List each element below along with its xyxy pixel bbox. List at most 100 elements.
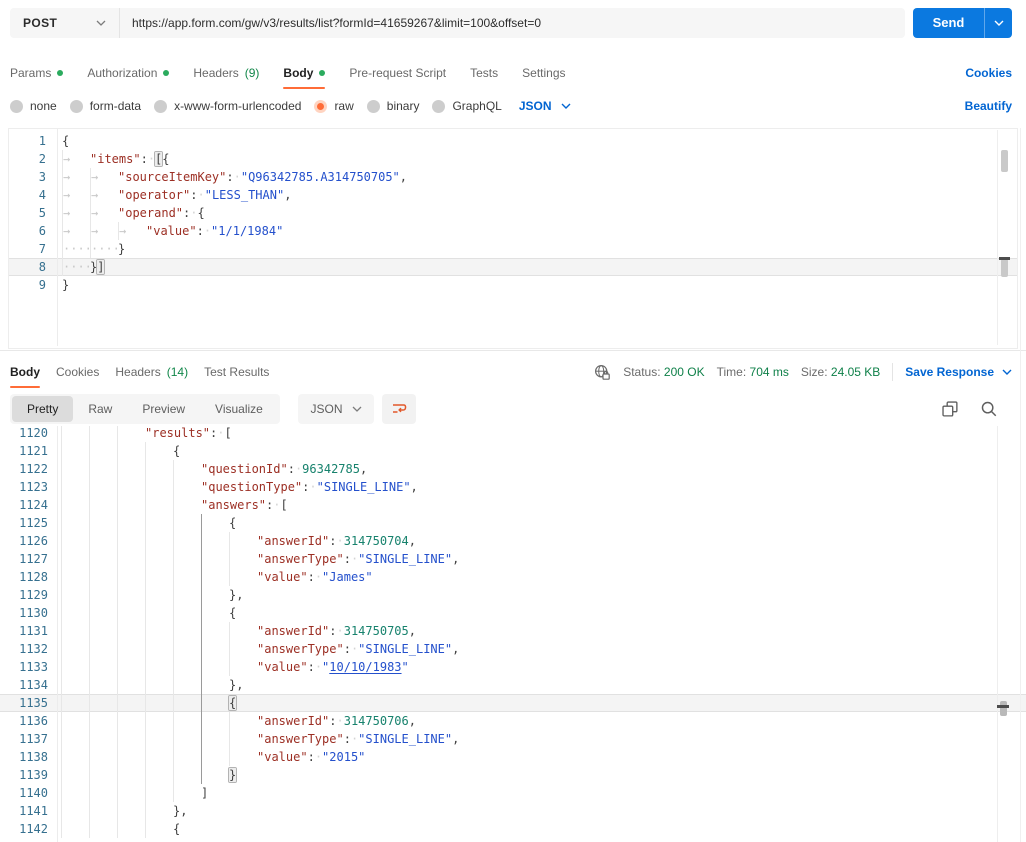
response-tab-test-results[interactable]: Test Results: [204, 357, 269, 387]
indent-guide: [173, 640, 201, 658]
indent-guide: [173, 622, 201, 640]
code-line: 1123 "questionType":·"SINGLE_LINE",: [0, 478, 1026, 496]
indent-guide: [117, 442, 145, 460]
token: "items": [90, 152, 141, 166]
indent-guide: [173, 676, 201, 694]
response-tab-cookies[interactable]: Cookies: [56, 357, 99, 387]
indent-guide: [145, 496, 173, 514]
space-indicator: ····: [90, 240, 118, 258]
send-options-caret[interactable]: [984, 8, 1012, 38]
response-scrollbar-thumb[interactable]: [1000, 701, 1007, 716]
line-number: 1129: [19, 588, 48, 602]
space-indicator: ····: [62, 240, 90, 258]
view-visualize[interactable]: Visualize: [200, 396, 278, 422]
token: "answers": [201, 498, 267, 512]
beautify-link[interactable]: Beautify: [965, 99, 1012, 113]
indent-guide: [61, 766, 89, 784]
indent-guide: [229, 532, 257, 550]
tab-indicator: →: [62, 168, 90, 186]
save-response-dropdown[interactable]: Save Response: [905, 365, 1012, 379]
response-tab-headers[interactable]: Headers (14): [115, 357, 188, 387]
request-scrollbar-thumb[interactable]: [1001, 150, 1008, 172]
token: ,: [452, 552, 460, 566]
view-raw[interactable]: Raw: [73, 396, 127, 422]
body-type-none[interactable]: none: [10, 99, 57, 113]
tab-pre-request-script[interactable]: Pre-request Script: [349, 58, 446, 88]
tab-body[interactable]: Body: [283, 58, 326, 89]
response-cursor-marker: [997, 705, 1009, 708]
code-line: 1125 {: [0, 514, 1026, 532]
indent-guide: [173, 604, 201, 622]
request-body-editor[interactable]: 1{2 → "items":·[{3 → → "sourceItemKey":·"Q963…: [9, 129, 1017, 346]
indent-guide: [173, 460, 201, 478]
tab-params[interactable]: Params: [10, 58, 64, 88]
method-dropdown[interactable]: POST: [10, 8, 120, 38]
token: ,: [452, 642, 460, 656]
indent-guide: [89, 766, 117, 784]
indent-guide: [145, 658, 173, 676]
token: },: [229, 588, 244, 602]
token: "SINGLE_LINE": [358, 552, 453, 566]
view-pretty[interactable]: Pretty: [12, 396, 74, 422]
cookies-link[interactable]: Cookies: [965, 66, 1012, 80]
indent-guide: [145, 568, 173, 586]
tab-indicator: →: [62, 204, 90, 222]
line-content: "questionType":·"SINGLE_LINE",: [57, 478, 1026, 496]
body-type-binary[interactable]: binary: [366, 99, 419, 113]
status-value: 200 OK: [663, 365, 705, 379]
indent-guide: [61, 658, 89, 676]
code-line: 1121 {: [0, 442, 1026, 460]
code-line: 1126 "answerId":·314750704,: [0, 532, 1026, 550]
indent-guide: [89, 550, 117, 568]
token: ,: [284, 188, 292, 202]
tab-settings[interactable]: Settings: [522, 58, 565, 88]
body-type-urlencoded[interactable]: x-www-form-urlencoded: [154, 99, 301, 113]
token: ·: [197, 188, 205, 202]
indent-guide: [89, 820, 117, 838]
copy-response-button[interactable]: [941, 400, 959, 418]
indent-guide: [201, 586, 229, 604]
tab-authorization[interactable]: Authorization: [87, 58, 170, 88]
token: ·: [147, 152, 156, 166]
view-preview[interactable]: Preview: [127, 396, 200, 422]
send-button-label: Send: [932, 15, 965, 30]
save-response-label: Save Response: [905, 365, 994, 379]
token: "answerId": [257, 714, 330, 728]
indent-guide: [173, 694, 201, 712]
radio-icon: [432, 99, 446, 113]
indent-guide: [61, 622, 89, 640]
response-language-dropdown[interactable]: JSON: [298, 394, 374, 424]
token: ,: [452, 732, 460, 746]
indent-guide: [173, 658, 201, 676]
token: ·: [217, 426, 225, 440]
indent-guide: [61, 604, 89, 622]
line-content: "value":·"James": [57, 568, 1026, 586]
token: {: [229, 696, 237, 710]
token: }: [62, 278, 70, 292]
body-type-form-data[interactable]: form-data: [69, 99, 141, 113]
line-number: 6: [38, 224, 46, 238]
response-body-viewer[interactable]: 1120 "results":·[1121{1122 "questionId":·9…: [0, 426, 1026, 842]
body-type-graphql[interactable]: GraphQL: [432, 99, 502, 113]
response-tab-body[interactable]: Body: [10, 357, 40, 388]
tab-headers[interactable]: Headers (9): [193, 58, 259, 88]
radio-selected-icon: [314, 99, 328, 113]
token: :: [343, 642, 351, 656]
wrap-line-button[interactable]: [382, 394, 416, 424]
line-content: }: [58, 276, 1017, 294]
indent-guide: [173, 532, 201, 550]
indent-guide: [117, 658, 145, 676]
body-type-raw[interactable]: raw: [314, 99, 354, 113]
line-number: 7: [38, 242, 46, 256]
tab-tests[interactable]: Tests: [470, 58, 498, 88]
response-meta-bar: Status: 200 OK Time: 704 ms Size: 24.05 …: [594, 356, 1012, 388]
line-content: "answers":·[: [57, 496, 1026, 514]
search-response-button[interactable]: [980, 400, 998, 418]
code-line: 1142 {: [0, 820, 1026, 838]
raw-language-dropdown[interactable]: JSON: [519, 99, 571, 113]
indent-guide: [89, 658, 117, 676]
section-divider: [0, 350, 1026, 351]
chevron-down-icon: [1002, 369, 1012, 375]
request-url-input[interactable]: https://app.form.com/gw/v3/results/list?…: [120, 16, 541, 30]
send-button[interactable]: Send: [913, 8, 1012, 38]
